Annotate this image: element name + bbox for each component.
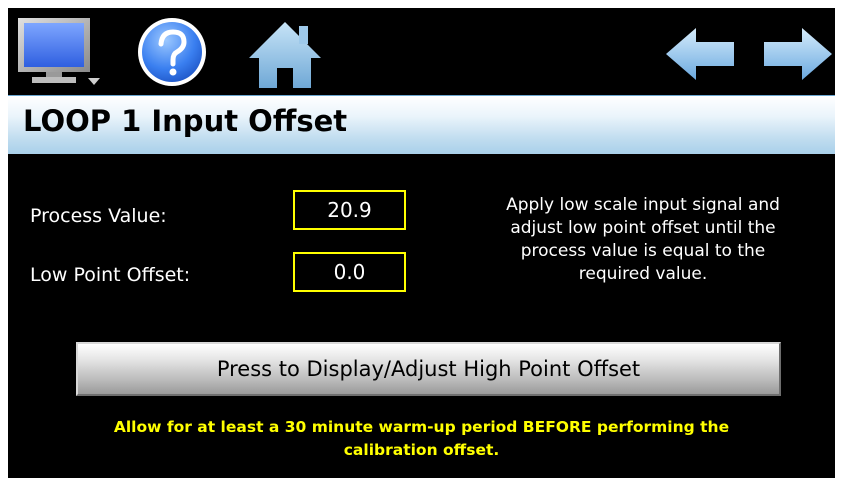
low-point-offset-field[interactable]: 0.0 [293,252,406,292]
warning-text: Allow for at least a 30 minute warm-up p… [8,416,835,462]
instructions-line: required value. [578,264,708,284]
toolbar [8,8,835,94]
instructions-line: process value is equal to the [520,241,766,261]
process-value-label: Process Value: [30,205,167,227]
help-icon[interactable] [132,14,212,90]
hmi-screen: LOOP 1 Input Offset Process Value: 20.9 … [8,8,835,478]
instructions-text: Apply low scale input signal and adjust … [448,194,835,286]
title-bar: LOOP 1 Input Offset [8,95,835,154]
back-arrow-icon[interactable] [660,14,740,90]
page-title: LOOP 1 Input Offset [23,104,348,138]
instructions-line: Apply low scale input signal and [506,195,780,215]
warning-line: Allow for at least a 30 minute warm-up p… [113,418,730,436]
adjust-high-point-offset-label: Press to Display/Adjust High Point Offse… [216,357,641,381]
forward-arrow-icon[interactable] [758,14,835,90]
low-point-offset-label: Low Point Offset: [30,264,191,286]
monitor-icon[interactable] [16,14,106,90]
instructions-line: adjust low point offset until the [510,218,776,238]
adjust-high-point-offset-button[interactable]: Press to Display/Adjust High Point Offse… [76,342,781,396]
warning-line: calibration offset. [343,441,500,459]
process-value-display[interactable]: 20.9 [293,190,406,230]
home-icon[interactable] [245,14,325,90]
